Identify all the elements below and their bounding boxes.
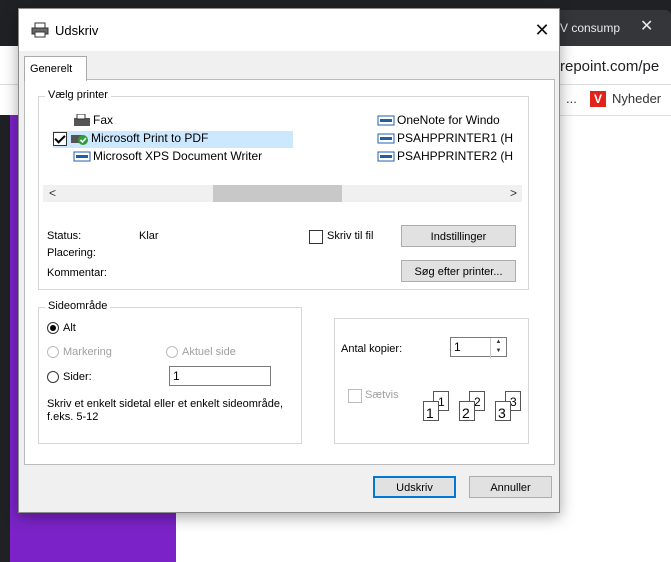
bookmark-overflow[interactable]: ...	[566, 91, 577, 106]
scroll-left-icon[interactable]: <	[49, 186, 56, 200]
bookmark-nyheder[interactable]: Nyheder	[612, 91, 661, 106]
printer-item-psahp1[interactable]: PSAHPPRINTER1 (H	[377, 131, 513, 148]
print-button[interactable]: Udskriv	[373, 476, 456, 498]
page-front-icon: 2	[459, 401, 475, 421]
radio-selection-label: Markering	[63, 346, 112, 358]
printer-item-onenote[interactable]: OneNote for Windo	[377, 113, 500, 130]
printer-icon	[377, 133, 395, 144]
status-label: Status:	[47, 230, 82, 242]
preferences-button[interactable]: Indstillinger	[401, 225, 516, 247]
page-front-icon: 1	[423, 401, 439, 421]
page-range-group: Sideområde Alt Markering Aktuel side Sid…	[38, 300, 302, 444]
collate-label: Sætvis	[365, 389, 399, 401]
printer-name: Fax	[93, 113, 114, 127]
browser-tab[interactable]: V consump ✕	[548, 10, 671, 46]
location-label: Placering:	[47, 247, 96, 259]
page-left-strip	[0, 115, 10, 562]
radio-pages[interactable]	[47, 371, 59, 383]
fax-icon	[74, 114, 90, 127]
printer-list-scrollbar[interactable]: < >	[43, 185, 522, 202]
radio-all[interactable]	[47, 322, 59, 334]
copies-spinner[interactable]: ▲ ▼	[490, 338, 506, 358]
status-value: Klar	[139, 230, 159, 242]
printer-item-psahp2[interactable]: PSAHPPRINTER2 (H	[377, 149, 513, 166]
printer-item-fax[interactable]: Fax	[73, 113, 113, 130]
printer-name: PSAHPPRINTER1 (H	[397, 131, 514, 145]
print-to-file-checkbox[interactable]	[309, 230, 323, 244]
tab-generelt-label: Generelt	[30, 63, 73, 75]
scroll-right-icon[interactable]: >	[510, 186, 517, 200]
printer-icon	[377, 151, 395, 162]
comment-label: Kommentar:	[47, 267, 107, 279]
scrollbar-thumb[interactable]	[213, 185, 342, 202]
browser-tab-title: V consump	[560, 21, 621, 35]
printer-name: Microsoft Print to PDF	[91, 131, 209, 145]
bookmark-logo-icon: V	[590, 91, 606, 107]
tab-panel-general: Vælg printer Fax Microsoft Print to PDF …	[24, 79, 555, 465]
browser-tab-close-icon[interactable]: ✕	[640, 16, 653, 36]
printer-item-xps[interactable]: Microsoft XPS Document Writer	[73, 149, 262, 166]
copies-count-label: Antal kopier:	[341, 343, 403, 355]
collate-preview-icon: 1 1 2 2 3 3	[423, 391, 529, 425]
radio-selection[interactable]	[47, 346, 59, 358]
radio-current-page[interactable]	[166, 346, 178, 358]
copies-group: Antal kopier: 1 ▲ ▼ Sætvis 1 1 2 2 3 3	[334, 318, 529, 444]
page-range-hint: Skriv et enkelt sidetal eller et enkelt …	[47, 398, 284, 423]
printer-name: OneNote for Windo	[397, 113, 500, 127]
printer-group-legend: Vælg printer	[45, 89, 111, 101]
printer-name: PSAHPPRINTER2 (H	[397, 149, 514, 163]
printer-group: Vælg printer Fax Microsoft Print to PDF …	[38, 89, 529, 290]
dialog-titlebar: Udskriv ✕	[19, 9, 559, 51]
pages-input[interactable]: 1	[169, 366, 271, 386]
radio-current-page-label: Aktuel side	[182, 346, 236, 358]
spin-down-icon[interactable]: ▼	[491, 347, 506, 356]
print-to-file-label: Skriv til fil	[327, 230, 374, 242]
find-printer-button[interactable]: Søg efter printer...	[401, 260, 516, 282]
collate-checkbox[interactable]	[348, 389, 362, 403]
page-range-legend: Sideområde	[45, 300, 111, 312]
close-icon[interactable]: ✕	[529, 17, 555, 43]
print-dialog: Udskriv ✕ Generelt Vælg printer Fax Micr…	[18, 8, 560, 513]
printer-icon	[31, 22, 49, 38]
printer-icon	[73, 151, 91, 162]
cancel-button[interactable]: Annuller	[469, 476, 552, 498]
tab-generelt[interactable]: Generelt	[24, 56, 87, 81]
browser-url: repoint.com/pe	[560, 58, 660, 75]
selected-check-icon	[53, 131, 67, 146]
printer-default-icon	[71, 135, 88, 146]
copies-input[interactable]: 1 ▲ ▼	[450, 337, 507, 358]
radio-all-label: Alt	[63, 322, 76, 334]
printer-item-pdf[interactable]: Microsoft Print to PDF	[53, 131, 293, 148]
radio-pages-label: Sider:	[63, 371, 92, 383]
spin-up-icon[interactable]: ▲	[491, 338, 506, 347]
printer-icon	[377, 115, 395, 126]
copies-value: 1	[454, 340, 461, 354]
printer-name: Microsoft XPS Document Writer	[93, 149, 263, 163]
dialog-title: Udskriv	[55, 23, 99, 38]
page-front-icon: 3	[495, 401, 511, 421]
printer-list: Fax Microsoft Print to PDF Microsoft XPS…	[43, 111, 522, 180]
